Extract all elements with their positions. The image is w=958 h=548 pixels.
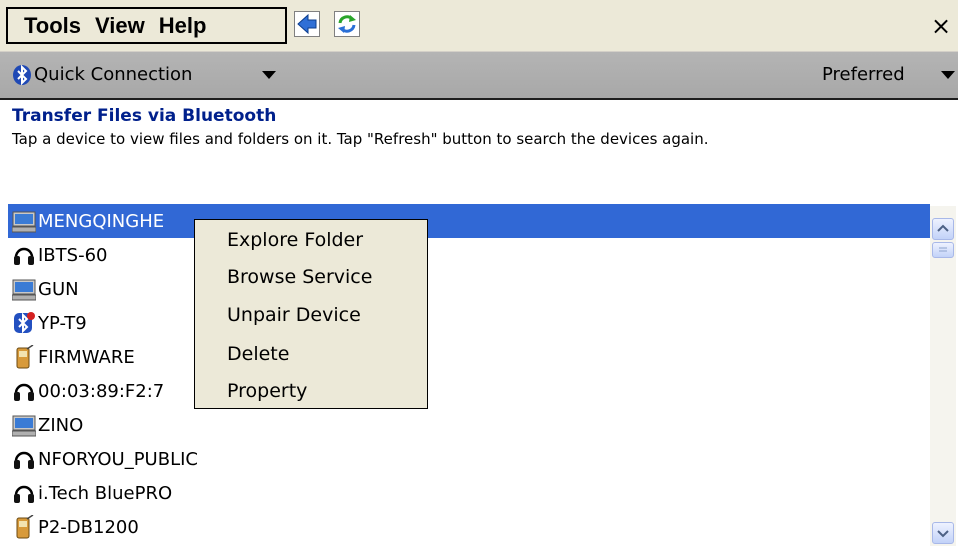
device-name: FIRMWARE [38, 346, 135, 368]
scroll-up-button[interactable] [932, 218, 954, 240]
menu-item-unpair-device[interactable]: Unpair Device [227, 304, 361, 326]
refresh-icon [334, 11, 360, 37]
menu-item-explore-folder[interactable]: Explore Folder [227, 229, 363, 251]
device-name: ZINO [38, 414, 84, 436]
list-item[interactable]: FIRMWARE [8, 340, 930, 374]
computer-icon [11, 277, 37, 301]
device-name: P2-DB1200 [38, 516, 139, 538]
device-name: NFORYOU_PUBLIC [38, 448, 198, 470]
list-item[interactable]: YP-T9 [8, 306, 930, 340]
menu-help[interactable]: Help [145, 13, 207, 39]
list-item[interactable]: IBTS-60 [8, 238, 930, 272]
device-name: i.Tech BluePRO [38, 482, 173, 504]
menu-group: Tools View Help [6, 7, 287, 44]
page-title: Transfer Files via Bluetooth [12, 106, 277, 126]
close-button[interactable]: × [928, 12, 954, 40]
list-item[interactable]: MENGQINGHE [8, 204, 930, 238]
list-item[interactable]: GUN [8, 272, 930, 306]
menu-view[interactable]: View [81, 13, 145, 39]
device-name: GUN [38, 278, 79, 300]
chevron-up-icon [937, 224, 949, 232]
context-menu: Explore Folder Browse Service Unpair Dev… [194, 219, 428, 409]
bluetooth-icon [12, 64, 32, 86]
headset-icon [12, 447, 36, 471]
connection-bar: Quick Connection Preferred [0, 52, 958, 100]
grip-icon [939, 247, 947, 252]
back-button[interactable] [291, 8, 325, 42]
preferred-dropdown[interactable]: Preferred [822, 64, 905, 85]
refresh-button[interactable] [331, 8, 365, 42]
device-name: MENGQINGHE [38, 210, 165, 232]
phone-icon [12, 514, 36, 539]
quick-connection-dropdown[interactable]: Quick Connection [34, 64, 192, 85]
vertical-scrollbar[interactable] [930, 206, 956, 546]
chevron-down-icon[interactable] [941, 71, 955, 79]
chevron-down-icon [937, 530, 949, 538]
menu-item-property[interactable]: Property [227, 380, 307, 402]
computer-icon [11, 413, 37, 437]
headset-icon [12, 243, 36, 267]
list-item[interactable]: i.Tech BluePRO [8, 476, 930, 510]
scroll-down-button[interactable] [932, 522, 954, 544]
headset-icon [12, 481, 36, 505]
menu-item-browse-service[interactable]: Browse Service [227, 266, 372, 288]
list-item[interactable]: ZINO [8, 408, 930, 442]
list-item[interactable]: NFORYOU_PUBLIC [8, 442, 930, 476]
device-list: MENGQINGHE IBTS-60 GUN YP-T9 FIRMWARE 00… [8, 204, 930, 546]
menu-bar: Tools View Help × [0, 0, 958, 52]
computer-icon [11, 209, 37, 233]
device-name: YP-T9 [38, 312, 87, 334]
scroll-thumb[interactable] [932, 242, 954, 258]
list-item[interactable]: 00:03:89:F2:7 [8, 374, 930, 408]
chevron-down-icon[interactable] [262, 71, 276, 79]
list-item[interactable]: P2-DB1200 [8, 510, 930, 544]
page-description: Tap a device to view files and folders o… [12, 130, 709, 148]
menu-item-delete[interactable]: Delete [227, 343, 289, 365]
device-name: IBTS-60 [38, 244, 108, 266]
back-arrow-icon [294, 11, 320, 37]
menu-tools[interactable]: Tools [8, 13, 81, 39]
device-name: 00:03:89:F2:7 [38, 380, 165, 402]
bluetooth-device-icon [12, 311, 36, 335]
headset-icon [12, 379, 36, 403]
phone-icon [12, 344, 36, 369]
